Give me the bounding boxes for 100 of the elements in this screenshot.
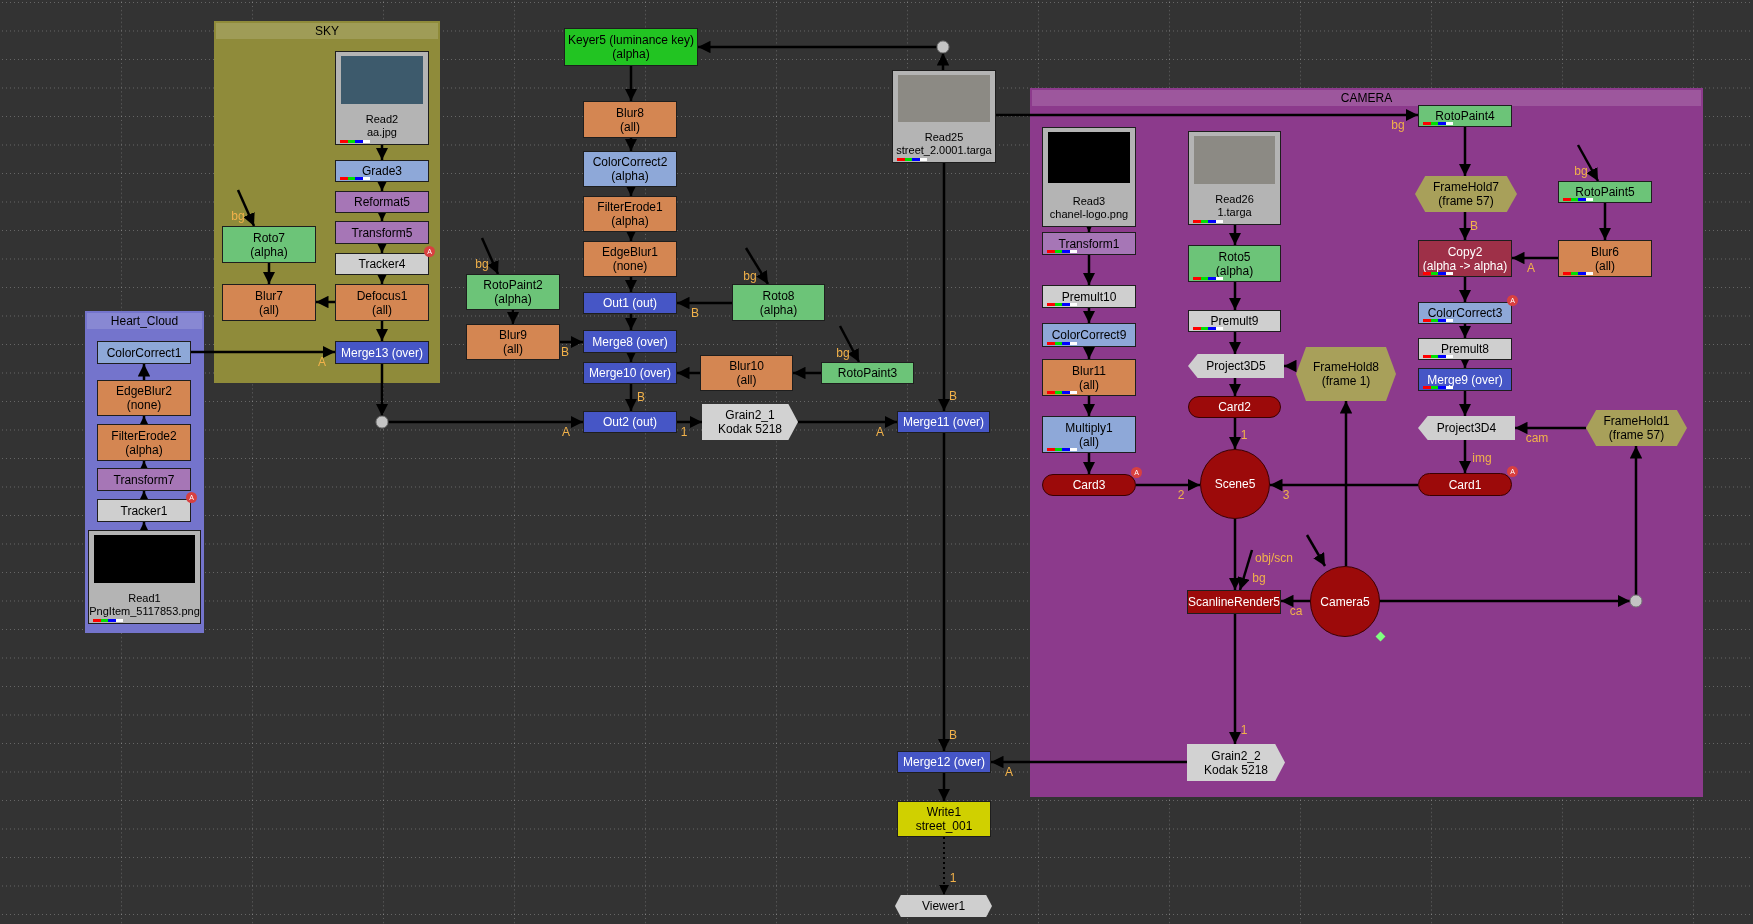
graph-node[interactable]: Merge10 (over) [583,362,677,384]
graph-node[interactable]: Blur8 (all) [583,101,677,138]
graph-node[interactable]: Blur9 (all) [466,324,560,360]
graph-node[interactable]: Read25 street_2.0001.targa [892,70,996,163]
connection-arrow [624,384,638,411]
graph-node[interactable]: Blur6 (all) [1558,240,1652,277]
graph-node[interactable]: RotoPaint4 [1418,105,1512,127]
graph-node[interactable]: FilterErode2 (alpha) [97,424,191,461]
connection-arrow [1515,421,1586,435]
connection-arrow [677,415,702,429]
graph-node[interactable]: ColorCorrect9 [1042,323,1136,347]
graph-node[interactable]: FrameHold8 (frame 1) [1296,347,1396,401]
graph-node[interactable]: Copy2 (alpha -> alpha) [1418,240,1512,277]
diamond-icon [1375,631,1386,642]
graph-node[interactable]: Blur10 (all) [700,355,793,391]
graph-node[interactable]: Card2 [1188,396,1281,418]
input-label: B [637,390,645,404]
connection-arrow [937,773,951,801]
input-label: img [1472,451,1492,465]
graph-node[interactable]: RotoPaint3 [821,362,914,384]
connection-arrow [1082,308,1096,323]
graph-node[interactable]: FilterErode1 (alpha) [583,196,677,232]
input-label: 1 [949,871,957,885]
graph-node[interactable]: RotoPaint2 (alpha) [466,274,560,310]
graph-node[interactable]: Read1 PngItem_5117853.png [88,530,201,624]
graph-node[interactable]: Merge13 (over) [335,341,429,364]
graph-node[interactable]: FrameHold1 (frame 57) [1586,410,1687,446]
graph-node[interactable]: Grain2_1 Kodak 5218 [702,404,798,440]
graph-node[interactable]: Write1 street_001 [897,801,991,837]
input-label: B [949,389,957,403]
graph-node[interactable]: Out2 (out) [583,411,677,433]
connection-arrow [262,263,276,284]
graph-node[interactable]: Premult8 [1418,338,1512,360]
graph-node[interactable]: RotoPaint5 [1558,181,1652,203]
connection-arrow [1458,212,1472,240]
graph-node[interactable]: EdgeBlur2 (none) [97,380,191,416]
connection-arrow [838,325,861,363]
connection-arrow [1458,440,1472,473]
graph-node[interactable]: Grade3 [335,160,429,182]
connection-arrow [624,66,638,101]
graph-node[interactable]: Multiply1 (all) [1042,416,1136,453]
graph-node[interactable]: Viewer1 [895,895,992,917]
graph-node[interactable]: Project3D4 [1418,416,1515,440]
graph-node[interactable]: EdgeBlur1 (none) [583,241,677,277]
connection-arrow [1082,396,1096,416]
graph-node[interactable]: Tracker4 [335,253,429,275]
input-label: cam [1525,431,1549,445]
connection-arrow [677,296,732,310]
graph-node[interactable]: Project3D5 [1188,354,1284,378]
graph-node[interactable]: Read3 chanel-logo.png [1042,127,1136,227]
graph-node[interactable]: Tracker1 [97,499,191,522]
graph-node[interactable]: Read26 1.targa [1188,131,1281,225]
graph-node[interactable]: Keyer5 (luminance key) (alpha) [564,28,698,66]
graph-node[interactable]: Merge9 (over) [1418,368,1512,391]
input-label: B [1470,219,1478,233]
input-label: A [318,355,326,369]
graph-node[interactable]: Merge8 (over) [583,330,677,353]
input-label: bg [836,346,850,360]
connection-arrow [1082,346,1096,359]
input-label: 2 [1177,488,1185,502]
input-label: A [562,425,570,439]
graph-node[interactable]: Card3 [1042,474,1136,496]
graph-node[interactable]: Out1 (out) [583,292,677,314]
graph-node[interactable]: Roto7 (alpha) [222,226,316,263]
graph-node[interactable]: Transform7 [97,468,191,491]
connection-arrow [1512,251,1558,265]
graph-node[interactable]: Transform5 [335,221,429,244]
connection-arrow [1082,453,1096,474]
backdrop-title: SKY [216,23,438,39]
graph-node[interactable]: ColorCorrect3 [1418,302,1512,324]
backdrop-panel[interactable] [1030,88,1703,797]
graph-node[interactable]: ColorCorrect1 [97,341,191,364]
graph-node[interactable]: Blur7 (all) [222,284,316,321]
connection-arrow [1228,332,1242,354]
graph-node[interactable]: Reformat5 [335,191,429,213]
graph-node[interactable]: FrameHold7 (frame 57) [1415,176,1517,212]
graph-node[interactable]: Camera5 [1310,566,1380,637]
graph-node[interactable]: Scene5 [1200,449,1270,519]
input-label: bg [1252,571,1266,585]
graph-node[interactable]: Blur11 (all) [1042,359,1136,396]
graph-node[interactable]: Merge12 (over) [897,751,991,773]
connection-arrow [1576,144,1600,182]
graph-node[interactable]: Card1 [1418,473,1512,496]
graph-node[interactable]: ScanlineRender5 [1187,590,1281,614]
graph-node[interactable]: Read2 aa.jpg [335,51,429,145]
graph-node[interactable]: Grain2_2 Kodak 5218 [1187,744,1285,781]
graph-node[interactable]: Transform1 [1042,232,1136,255]
input-label: 1 [680,425,688,439]
connection-arrow [1458,277,1472,302]
graph-node[interactable]: Roto8 (alpha) [732,284,825,321]
backdrop-title: CAMERA [1032,90,1701,106]
graph-node[interactable]: Defocus1 (all) [335,284,429,321]
graph-node[interactable]: Merge11 (over) [897,411,990,433]
connection-arrow [1458,391,1472,416]
graph-node[interactable]: ColorCorrect2 (alpha) [583,151,677,187]
connection-arrow [1228,282,1242,310]
connection-arrow [375,321,389,341]
graph-node[interactable]: Premult10 [1042,285,1136,308]
graph-node[interactable]: Premult9 [1188,310,1281,332]
graph-node[interactable]: Roto5 (alpha) [1188,245,1281,282]
